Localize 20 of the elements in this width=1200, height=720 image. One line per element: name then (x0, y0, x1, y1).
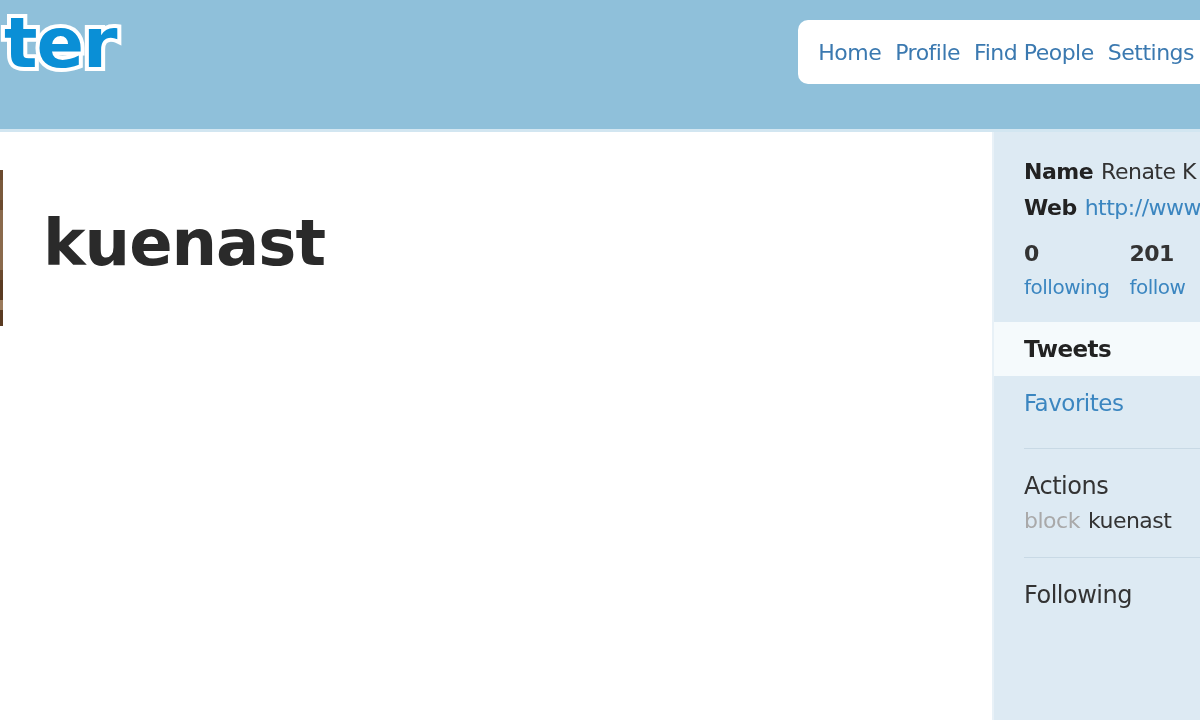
field-label: Web (1024, 194, 1077, 222)
stat-count: 201 (1129, 240, 1175, 268)
logo-wordmark[interactable]: ter (4, 8, 117, 78)
section-title: Actions (1024, 471, 1110, 502)
field-label: Name (1024, 158, 1094, 186)
nav-link[interactable]: Home (818, 39, 882, 65)
block-link[interactable]: block (1024, 503, 1080, 539)
stat-count: 0 (1024, 240, 1040, 268)
sidebar-tab[interactable]: Favorites (994, 376, 1200, 430)
stat-link[interactable]: following (1024, 270, 1110, 304)
website-link[interactable]: http://www (1084, 190, 1200, 226)
sidebar-tab[interactable]: Tweets (994, 322, 1200, 376)
section-title: Following (1024, 580, 1133, 611)
stat-link[interactable]: follow (1129, 270, 1186, 304)
action-target: kuenast (1087, 507, 1172, 535)
nav-link[interactable]: Profile (895, 39, 961, 65)
username-heading: kuenast (43, 206, 325, 280)
nav-link[interactable]: Find People (974, 39, 1094, 65)
name-value: Renate K (1101, 158, 1196, 186)
nav-link[interactable]: Settings (1107, 39, 1194, 65)
